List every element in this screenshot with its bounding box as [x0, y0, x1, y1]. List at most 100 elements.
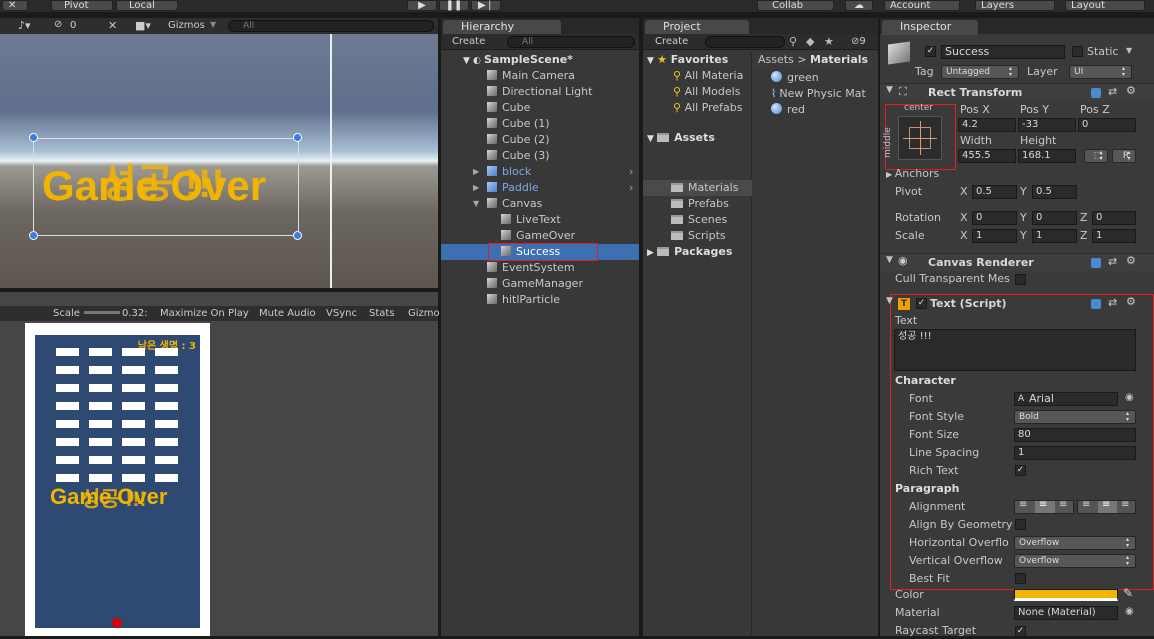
expand-right-icon[interactable]: ▶: [473, 180, 479, 196]
layers-dropdown[interactable]: Layers: [975, 0, 1055, 11]
cull-checkbox[interactable]: [1015, 274, 1026, 285]
anchors-row[interactable]: ▶ Anchors: [886, 166, 939, 183]
hierarchy-item[interactable]: ▼ Canvas: [473, 196, 542, 212]
maximize-on-play-toggle[interactable]: Maximize On Play: [160, 306, 249, 321]
folder-scripts[interactable]: Scripts: [671, 228, 726, 244]
font-size-field[interactable]: 80: [1014, 428, 1136, 442]
step-icon[interactable]: ▶❘: [471, 0, 501, 11]
hierarchy-item[interactable]: GameManager: [487, 276, 583, 292]
account-dropdown[interactable]: Account: [884, 0, 960, 11]
help-icon[interactable]: [1091, 258, 1101, 268]
hierarchy-item[interactable]: hitlParticle: [487, 292, 560, 308]
file-green[interactable]: green: [771, 70, 819, 86]
scale-y-field[interactable]: 1: [1032, 229, 1077, 243]
audio-icon[interactable]: ♪▾: [18, 19, 31, 32]
local-button[interactable]: Local: [116, 0, 178, 11]
hierarchy-item[interactable]: Main Camera: [487, 68, 575, 84]
scene-search-input[interactable]: All: [228, 20, 434, 32]
project-search-input[interactable]: [705, 36, 785, 48]
active-checkbox[interactable]: ✓: [925, 46, 936, 57]
game-gizmos-dropdown[interactable]: Gizmo: [408, 306, 440, 321]
mute-audio-toggle[interactable]: Mute Audio: [259, 306, 316, 321]
hierarchy-item[interactable]: Cube (2): [487, 132, 549, 148]
static-dropdown-icon[interactable]: ▼: [1126, 46, 1132, 55]
file-red[interactable]: red: [771, 102, 805, 118]
file-physic-material[interactable]: ⌇ New Physic Mat: [771, 86, 878, 102]
project-create-dropdown[interactable]: Create: [655, 36, 688, 47]
hierarchy-item[interactable]: ▶ Paddle: [473, 180, 539, 196]
canvas-renderer-header[interactable]: ▼ ◉ Canvas Renderer ⇄ ⚙: [880, 253, 1154, 271]
vertical-alignment-group[interactable]: ≡ ≡ ≡: [1077, 499, 1136, 514]
folder-materials[interactable]: Materials: [671, 180, 738, 196]
cloud-icon[interactable]: ☁: [845, 0, 873, 11]
favorite-icon[interactable]: ★: [824, 35, 834, 48]
hierarchy-item[interactable]: Directional Light: [487, 84, 592, 100]
color-swatch[interactable]: [1014, 589, 1118, 601]
horizontal-alignment-group[interactable]: ≡ ≡ ≡: [1014, 499, 1074, 514]
folder-prefabs[interactable]: Prefabs: [671, 196, 729, 212]
fav-item[interactable]: ⚲ All Materia: [673, 68, 743, 84]
breadcrumb-materials[interactable]: Materials: [810, 53, 868, 66]
pause-icon[interactable]: ❚❚: [439, 0, 469, 11]
posz-field[interactable]: 0: [1078, 118, 1136, 132]
line-spacing-field[interactable]: 1: [1014, 446, 1136, 460]
tag-dropdown[interactable]: Untagged: [941, 65, 1019, 79]
settings-gear-icon[interactable]: ⚙: [1126, 254, 1136, 267]
collab-button[interactable]: Collab: [757, 0, 834, 11]
hierarchy-item[interactable]: Cube (1): [487, 116, 549, 132]
align-geometry-checkbox[interactable]: [1015, 519, 1026, 530]
font-field[interactable]: A Arial: [1014, 392, 1118, 406]
rot-z-field[interactable]: 0: [1092, 211, 1136, 225]
tools-icon[interactable]: ✕: [108, 19, 117, 32]
game-screen[interactable]: 남은 생명 : 3 Game Over 성공 !!!: [35, 335, 200, 628]
prefab-open-icon[interactable]: ›: [629, 164, 633, 180]
folder-scenes[interactable]: Scenes: [671, 212, 727, 228]
stats-toggle[interactable]: Stats: [369, 306, 395, 321]
tool-icon[interactable]: ✕: [2, 0, 28, 11]
name-field[interactable]: Success: [941, 45, 1065, 59]
blueprint-mode-button[interactable]: ⬚: [1084, 149, 1108, 163]
breadcrumb-assets[interactable]: Assets: [758, 53, 794, 66]
play-icon[interactable]: ▶: [407, 0, 437, 11]
filter-type-icon[interactable]: ⚲: [789, 35, 797, 48]
scale-slider[interactable]: [84, 311, 120, 314]
gizmos-dropdown[interactable]: Gizmos: [168, 20, 205, 31]
scene-row[interactable]: ▼ ◐ SampleScene*: [463, 52, 573, 68]
rect-handle[interactable]: [29, 133, 38, 142]
rect-handle[interactable]: [293, 133, 302, 142]
vertical-overflow-dropdown[interactable]: Overflow: [1014, 554, 1136, 568]
object-picker-icon[interactable]: ◉: [1125, 392, 1134, 403]
preset-icon[interactable]: ⇄: [1108, 255, 1117, 268]
material-field[interactable]: None (Material): [1014, 606, 1118, 620]
raycast-checkbox[interactable]: ✓: [1015, 626, 1026, 637]
rect-transform-header[interactable]: ▼ ⛶ Rect Transform ⇄ ⚙: [880, 83, 1154, 101]
height-field[interactable]: 168.1: [1018, 149, 1076, 163]
rot-x-field[interactable]: 0: [972, 211, 1017, 225]
settings-gear-icon[interactable]: ⚙: [1126, 295, 1136, 308]
rect-handle[interactable]: [293, 231, 302, 240]
tab-hierarchy[interactable]: Hierarchy: [443, 20, 561, 35]
filter-label-icon[interactable]: ◆: [806, 35, 814, 48]
pivot-y-field[interactable]: 0.5: [1032, 185, 1077, 199]
help-icon[interactable]: [1091, 299, 1101, 309]
object-picker-icon[interactable]: ◉: [1125, 606, 1134, 617]
help-icon[interactable]: [1091, 88, 1101, 98]
hidden-count-icon[interactable]: ⊘9: [851, 36, 866, 47]
posx-field[interactable]: 4.2: [958, 118, 1016, 132]
layer-dropdown[interactable]: UI: [1069, 65, 1132, 79]
expand-down-icon[interactable]: ▼: [473, 196, 479, 212]
text-script-header[interactable]: ▼ T ✓ Text (Script) ⇄ ⚙: [880, 295, 1154, 313]
hierarchy-search-input[interactable]: All: [507, 36, 635, 48]
scene-viewport[interactable]: Game Over 성공 !!!: [0, 34, 438, 288]
prefab-open-icon[interactable]: ›: [629, 180, 633, 196]
scale-z-field[interactable]: 1: [1092, 229, 1136, 243]
settings-gear-icon[interactable]: ⚙: [1126, 84, 1136, 97]
horizontal-overflow-dropdown[interactable]: Overflow: [1014, 536, 1136, 550]
rich-text-checkbox[interactable]: ✓: [1015, 465, 1026, 476]
posy-field[interactable]: -33: [1018, 118, 1076, 132]
layout-dropdown[interactable]: Layout: [1065, 0, 1145, 11]
raw-edit-button[interactable]: R: [1112, 149, 1136, 163]
hierarchy-item[interactable]: LiveText: [501, 212, 561, 228]
hierarchy-item[interactable]: Cube: [487, 100, 530, 116]
preset-icon[interactable]: ⇄: [1108, 85, 1117, 98]
